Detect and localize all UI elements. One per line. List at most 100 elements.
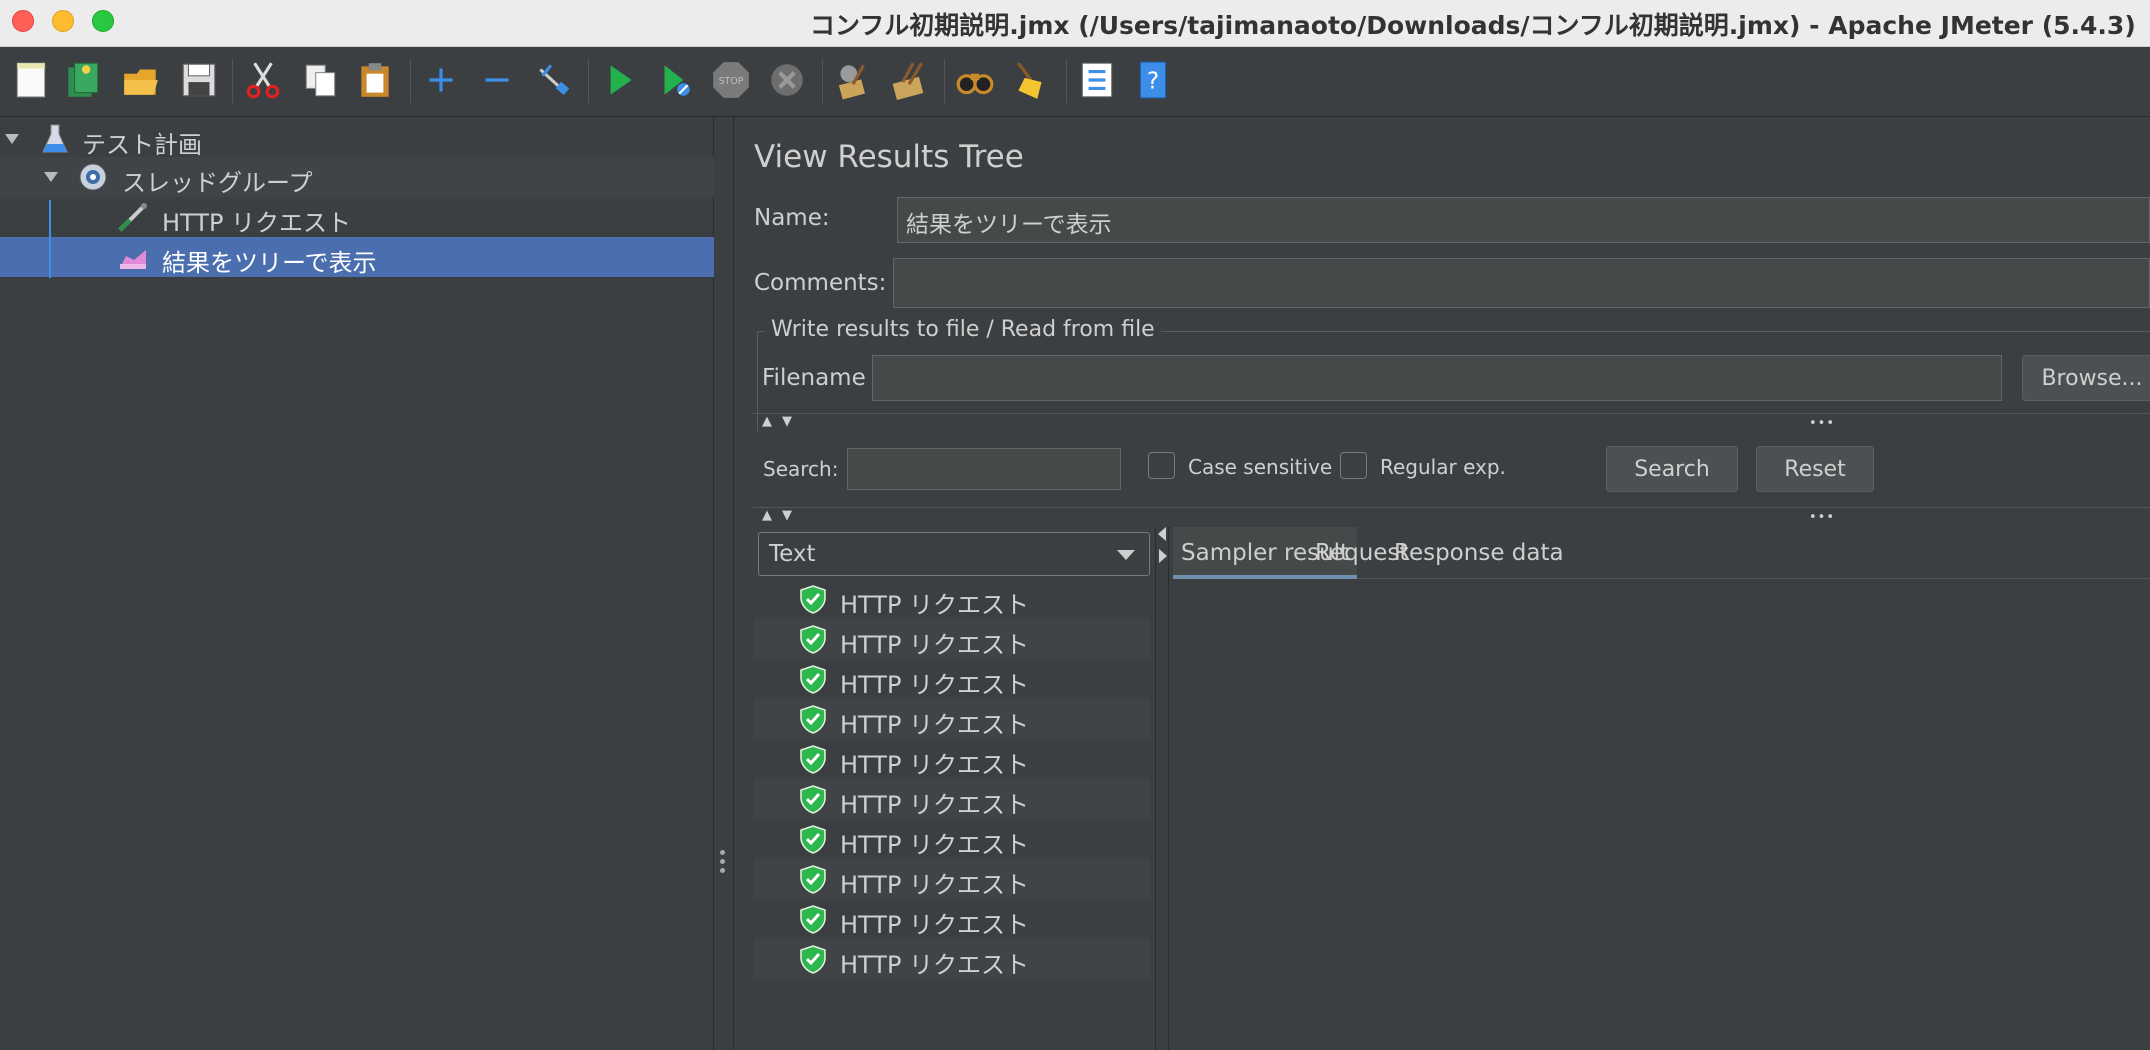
result-label: HTTP リクエスト — [840, 871, 1030, 899]
expand-icon[interactable] — [418, 57, 464, 103]
help-icon[interactable]: ? — [1130, 57, 1176, 103]
zoom-window-button[interactable] — [92, 10, 114, 32]
reset-button[interactable]: Reset — [1756, 446, 1874, 492]
copy-icon[interactable] — [298, 57, 344, 103]
svg-text:STOP: STOP — [719, 76, 744, 87]
chevron-down-icon — [1117, 550, 1135, 560]
splitter-grip-icon[interactable]: ••• — [1809, 416, 1835, 431]
result-item[interactable]: HTTP リクエスト — [754, 819, 1150, 859]
clear-icon[interactable] — [830, 57, 876, 103]
filename-field[interactable] — [872, 355, 2002, 401]
search-input[interactable] — [847, 448, 1121, 490]
result-item[interactable]: HTTP リクエスト — [754, 779, 1150, 819]
result-item[interactable]: HTTP リクエスト — [754, 899, 1150, 939]
result-tabs: Sampler result Request Response data — [1173, 527, 2150, 579]
new-icon[interactable] — [8, 57, 54, 103]
tree-label: HTTP リクエスト — [162, 209, 352, 237]
tree-node-test-plan[interactable]: テスト計画 — [0, 119, 714, 159]
stop-icon[interactable]: STOP — [708, 57, 754, 103]
result-label: HTTP リクエスト — [840, 711, 1030, 739]
chevron-down-icon[interactable] — [3, 130, 21, 148]
success-shield-icon — [800, 665, 826, 694]
result-label: HTTP リクエスト — [840, 591, 1030, 619]
test-plan-icon — [42, 124, 68, 153]
result-label: HTTP リクエスト — [840, 671, 1030, 699]
result-item[interactable]: HTTP リクエスト — [754, 699, 1150, 739]
search-label: Search: — [763, 457, 839, 481]
svg-text:?: ? — [1147, 68, 1159, 94]
browse-button[interactable]: Browse... — [2022, 355, 2150, 401]
splitter-middle[interactable]: ▲ ▼ ••• — [752, 507, 2150, 525]
listener-icon — [120, 250, 146, 269]
tab-response-data[interactable]: Response data — [1386, 527, 1572, 579]
search-button[interactable]: Search — [1606, 446, 1738, 492]
chevron-down-icon[interactable]: ▼ — [782, 414, 792, 429]
result-label: HTTP リクエスト — [840, 751, 1030, 779]
success-shield-icon — [800, 745, 826, 774]
splitter-grip-icon[interactable]: ••• — [1809, 510, 1835, 525]
result-label: HTTP リクエスト — [840, 631, 1030, 659]
minimize-window-button[interactable] — [52, 10, 74, 32]
name-field[interactable]: 結果をツリーで表示 — [897, 197, 2150, 243]
result-label: HTTP リクエスト — [840, 951, 1030, 979]
success-shield-icon — [800, 785, 826, 814]
name-label: Name: — [754, 205, 830, 231]
templates-icon[interactable] — [60, 57, 106, 103]
comments-field[interactable] — [893, 258, 2150, 308]
test-plan-tree: テスト計画 スレッドグループ HTTP リクエスト 結果をツリーで表示 — [0, 117, 714, 1050]
view-results-tree-panel: View Results Tree Name: 結果をツリーで表示 Commen… — [735, 117, 2150, 1050]
reset-search-icon[interactable] — [1008, 57, 1054, 103]
title-bar: コンフル初期説明.jmx (/Users/tajimanaoto/Downloa… — [0, 0, 2150, 47]
chevron-left-icon[interactable] — [1158, 527, 1166, 541]
cut-icon[interactable] — [240, 57, 286, 103]
result-item[interactable]: HTTP リクエスト — [754, 579, 1150, 619]
shutdown-icon[interactable] — [764, 57, 810, 103]
renderer-selected-value: Text — [769, 541, 816, 567]
tree-node-thread-group[interactable]: スレッドグループ — [0, 157, 714, 197]
split-divider[interactable] — [714, 117, 734, 1050]
close-window-button[interactable] — [12, 10, 34, 32]
result-item[interactable]: HTTP リクエスト — [754, 739, 1150, 779]
success-shield-icon — [800, 865, 826, 894]
tree-connector — [49, 200, 51, 278]
regular-exp-label: Regular exp. — [1380, 455, 1506, 479]
results-splitter[interactable] — [1155, 527, 1169, 1050]
chevron-right-icon[interactable] — [1159, 549, 1167, 563]
result-item[interactable]: HTTP リクエスト — [754, 659, 1150, 699]
success-shield-icon — [800, 585, 826, 614]
result-label: HTTP リクエスト — [840, 831, 1030, 859]
chevron-up-icon[interactable]: ▲ — [762, 414, 772, 429]
http-sampler-icon — [118, 203, 147, 232]
function-helper-icon[interactable] — [1074, 57, 1120, 103]
success-shield-icon — [800, 905, 826, 934]
chevron-down-icon[interactable]: ▼ — [782, 508, 792, 523]
splitter-top[interactable]: ▲ ▼ ••• — [752, 413, 2150, 431]
result-label: HTTP リクエスト — [840, 791, 1030, 819]
save-icon[interactable] — [176, 57, 222, 103]
clear-all-icon[interactable] — [886, 57, 932, 103]
tree-node-view-results-tree[interactable]: 結果をツリーで表示 — [0, 237, 714, 277]
search-icon[interactable] — [952, 57, 998, 103]
result-item[interactable]: HTTP リクエスト — [754, 939, 1150, 979]
open-icon[interactable] — [118, 57, 164, 103]
renderer-select[interactable]: Text — [758, 532, 1150, 576]
start-no-pauses-icon[interactable] — [652, 57, 698, 103]
page-title: View Results Tree — [754, 139, 1024, 175]
toggle-icon[interactable] — [530, 57, 576, 103]
result-label: HTTP リクエスト — [840, 911, 1030, 939]
divider-grip-icon[interactable] — [720, 850, 728, 877]
case-sensitive-checkbox[interactable] — [1148, 452, 1175, 479]
chevron-down-icon[interactable] — [42, 168, 60, 186]
start-icon[interactable] — [596, 57, 642, 103]
result-item[interactable]: HTTP リクエスト — [754, 619, 1150, 659]
tree-node-http-request[interactable]: HTTP リクエスト — [0, 197, 714, 237]
thread-group-icon — [79, 163, 107, 191]
chevron-up-icon[interactable]: ▲ — [762, 508, 772, 523]
regular-exp-checkbox[interactable] — [1340, 452, 1367, 479]
success-shield-icon — [800, 705, 826, 734]
collapse-icon[interactable] — [474, 57, 520, 103]
paste-icon[interactable] — [352, 57, 398, 103]
result-item[interactable]: HTTP リクエスト — [754, 859, 1150, 899]
tree-label: 結果をツリーで表示 — [162, 249, 377, 277]
success-shield-icon — [800, 625, 826, 654]
